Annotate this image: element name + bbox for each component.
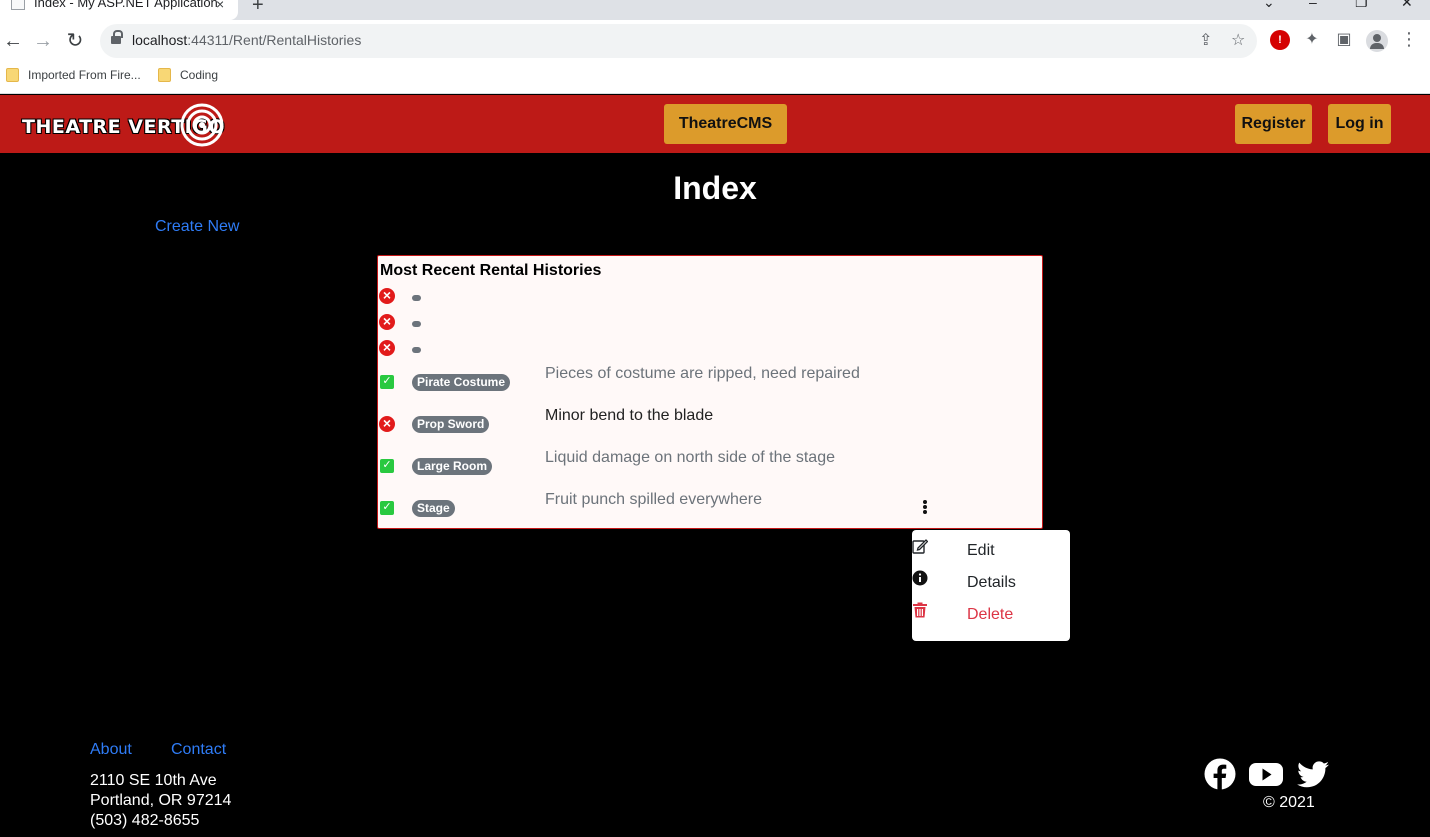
item-badge: Prop Sword [412,416,490,433]
ok-status-icon [380,457,394,473]
theatre-vertigo-logo[interactable]: THEATRE VERTIGO [20,103,225,147]
page-favicon-icon [11,0,25,10]
extension-icon[interactable]: ! [1270,30,1290,50]
create-new-link[interactable]: Create New [155,218,239,236]
item-badge [412,295,421,301]
delete-menu-item[interactable]: Delete [912,602,1070,632]
ok-status-icon [380,373,394,389]
address-street: 2110 SE 10th Ave [90,772,217,789]
rental-histories-panel: Most Recent Rental Histories Pirate Cost… [377,255,1043,529]
item-badge [412,321,421,327]
restore-icon[interactable]: ❐ [1355,0,1368,11]
share-icon[interactable]: ⇪ [1199,30,1212,50]
forward-arrow-icon[interactable]: → [31,29,55,53]
row-actions-kebab-icon[interactable] [920,498,930,516]
info-icon [912,570,928,586]
url-text: localhost:44311/Rent/RentalHistories [132,32,362,48]
new-tab-icon[interactable]: + [252,0,264,17]
puzzle-icon[interactable]: ✦ [1302,30,1322,50]
window-close-icon[interactable]: ✕ [1401,0,1413,11]
rental-row[interactable]: Prop Sword Minor bend to the blade [378,406,1042,436]
address-block: 2110 SE 10th Ave Portland, OR 97214 (503… [90,771,231,831]
login-button[interactable]: Log in [1328,104,1391,144]
contact-link[interactable]: Contact [171,741,226,759]
browser-tab-strip: Index - My ASP.NET Application × + ⌄ – ❐… [0,0,1430,20]
tab-title: Index - My ASP.NET Application [34,0,218,10]
bookmarks-bar: Imported From Fire... Coding [0,62,1430,94]
trash-icon [913,602,927,618]
rental-row[interactable]: Stage Fruit punch spilled everywhere [378,490,1042,520]
phone-number: (503) 482-8655 [90,812,200,829]
lock-icon[interactable] [111,30,123,46]
sidebar-icon[interactable]: ▣ [1334,30,1354,50]
register-button[interactable]: Register [1235,104,1312,144]
theatrecms-button[interactable]: TheatreCMS [664,104,787,144]
address-bar[interactable]: localhost:44311/Rent/RentalHistories ⇪ ☆ [100,24,1257,58]
rental-row[interactable]: Pirate Costume Pieces of costume are rip… [378,364,1042,394]
folder-icon [6,67,19,82]
item-badge: Stage [412,500,455,517]
address-city: Portland, OR 97214 [90,792,232,809]
rental-description: Minor bend to the blade [545,407,714,424]
back-arrow-icon[interactable]: ← [1,29,25,53]
damaged-status-icon [379,285,395,305]
item-badge: Pirate Costume [412,374,511,391]
browser-toolbar: ← → ↻ localhost:44311/Rent/RentalHistori… [0,20,1430,62]
edit-menu-item[interactable]: Edit [912,538,1070,568]
edit-label: Edit [967,542,995,559]
rental-description: Fruit punch spilled everywhere [545,491,762,508]
damaged-status-icon [379,337,395,357]
menu-icon[interactable]: ⋮ [1400,29,1418,50]
facebook-icon[interactable] [1203,758,1237,790]
panel-title: Most Recent Rental Histories [380,262,602,279]
rental-description: Pieces of costume are ripped, need repai… [545,365,860,382]
browser-tab[interactable]: Index - My ASP.NET Application × [0,0,238,20]
tab-close-icon[interactable]: × [216,0,224,12]
ok-status-icon [380,499,394,515]
damaged-status-icon [379,311,395,331]
page-title: Index [673,170,757,206]
bookmark-imported[interactable]: Imported From Fire... [6,67,141,82]
tab-search-icon[interactable]: ⌄ [1263,0,1275,11]
profile-icon[interactable] [1366,30,1388,52]
star-icon[interactable]: ☆ [1231,30,1245,50]
item-badge: Large Room [412,458,493,475]
twitter-icon[interactable] [1296,758,1330,790]
site-header: THEATRE VERTIGO TheatreCMS Register Log … [0,95,1430,153]
bookmark-coding[interactable]: Coding [158,67,218,82]
youtube-icon[interactable] [1249,758,1283,790]
details-menu-item[interactable]: Details [912,570,1070,600]
damaged-status-icon [379,413,395,433]
details-label: Details [967,574,1016,591]
minimize-icon[interactable]: – [1309,0,1317,10]
edit-icon [912,539,928,554]
rental-description: Liquid damage on north side of the stage [545,449,835,466]
row-actions-dropdown: Edit Details Delete [912,530,1070,641]
item-badge [412,347,421,353]
logo-rings-icon [180,103,224,147]
reload-icon[interactable]: ↻ [63,29,87,53]
copyright-text: © 2021 [1263,794,1315,811]
folder-icon [158,67,171,82]
delete-label: Delete [967,606,1014,623]
rental-row[interactable]: Large Room Liquid damage on north side o… [378,448,1042,478]
about-link[interactable]: About [90,741,132,759]
